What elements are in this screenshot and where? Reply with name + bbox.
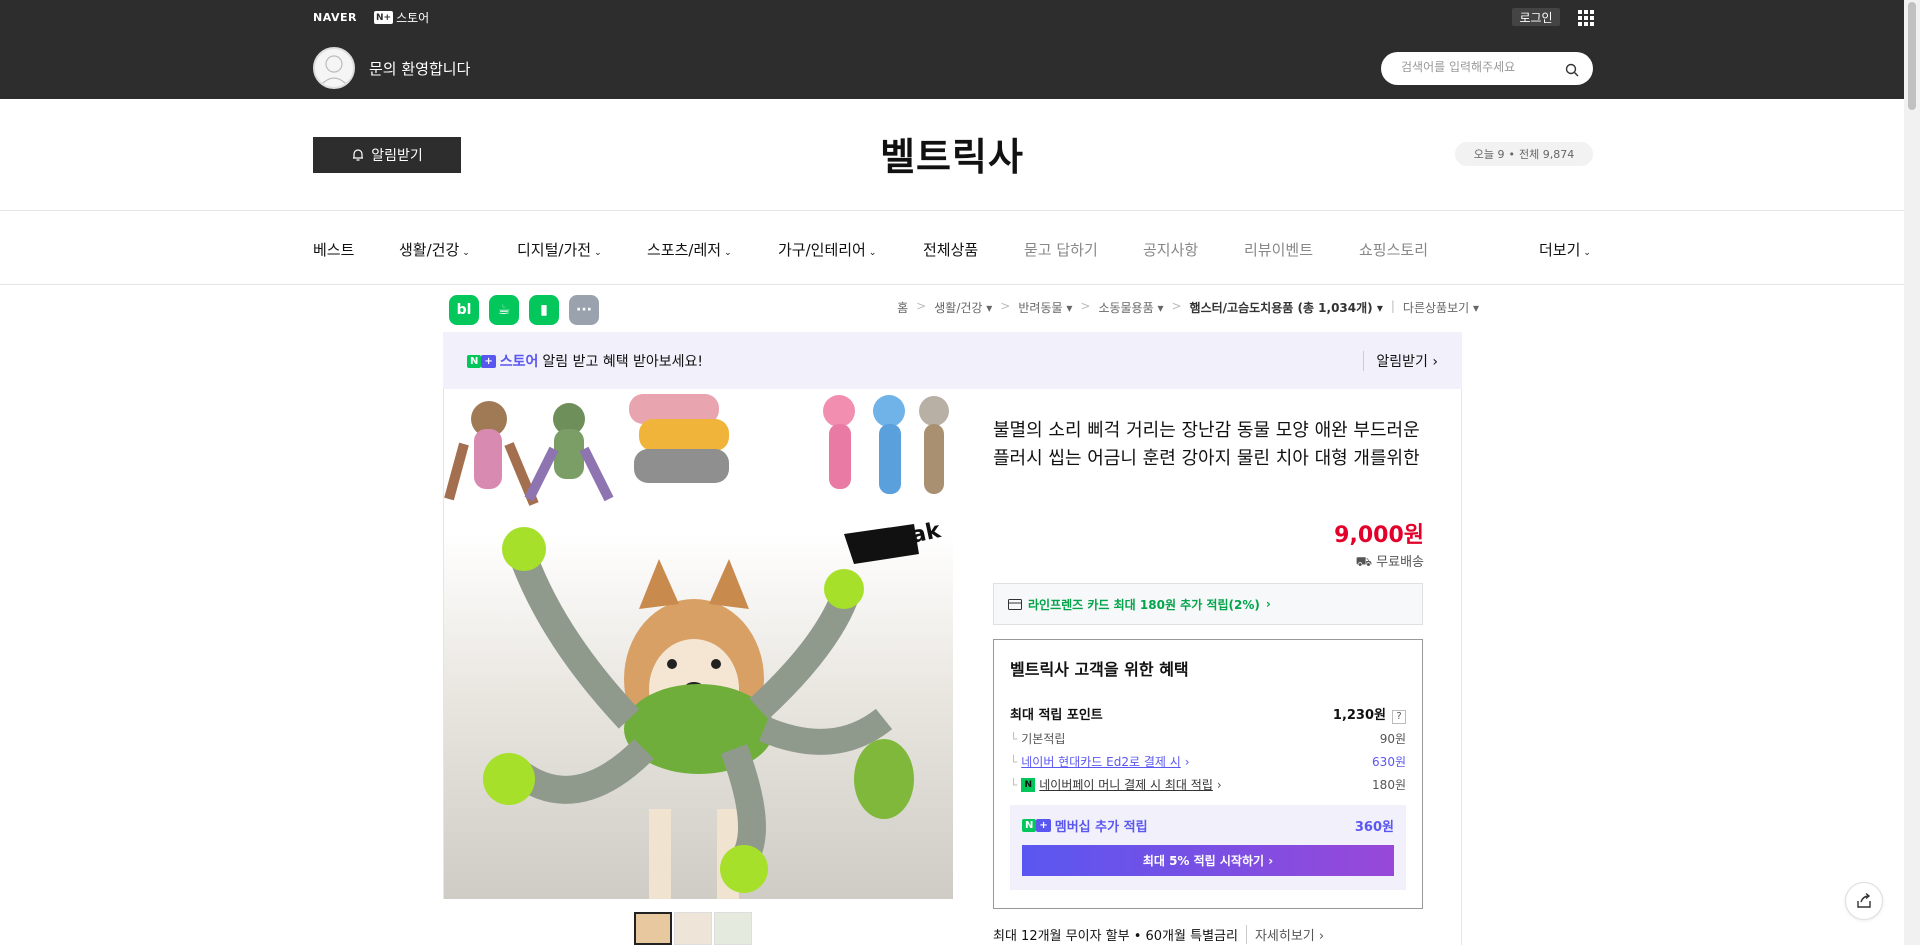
product-thumbnail[interactable] — [674, 912, 712, 945]
nav-item-qna[interactable]: 묻고 답하기 — [1024, 239, 1098, 260]
login-button[interactable]: 로그인 — [1512, 8, 1560, 26]
nplus-plus-icon: + — [1036, 819, 1051, 832]
bookmark-icon[interactable]: ▮ — [529, 295, 559, 325]
npay-point-value: 180원 — [1372, 778, 1406, 792]
customer-benefit-box: 벨트릭사 고객을 위한 혜택 최대 적립 포인트 1,230원? └ 기본적립 9… — [993, 639, 1423, 909]
nav-item-all-products[interactable]: 전체상품 — [923, 239, 978, 260]
share-button[interactable] — [1845, 882, 1883, 920]
naver-logo[interactable]: NAVER — [313, 11, 357, 24]
product-thumbnails — [634, 912, 752, 945]
basic-point-value: 90원 — [1379, 732, 1406, 746]
chevron-down-icon: ⌄ — [1583, 248, 1591, 258]
product-thumbnail[interactable] — [714, 912, 752, 945]
nav-item-furniture[interactable]: 가구/인테리어 ⌄ — [778, 239, 876, 260]
nplus-n-icon: N + — [374, 11, 394, 24]
breadcrumb-hamster[interactable]: 햄스터/고슴도치용품 (총 1,034개) ▾ — [1190, 299, 1383, 316]
installment-info: 최대 12개월 무이자 할부 • 60개월 특별금리 자세히보기 › — [993, 925, 1324, 944]
product-price: 9,000원 — [1334, 523, 1424, 548]
breadcrumb-living-health[interactable]: 생활/건강 ▾ — [934, 299, 992, 316]
basic-point-label: 기본적립 — [1021, 732, 1066, 746]
app-shortcut-icons: bl ☕ ▮ ··· — [449, 295, 599, 325]
nplus-plus-icon: + — [481, 354, 496, 368]
visitor-today: 오늘 9 — [1473, 148, 1505, 161]
installment-text: 최대 12개월 무이자 할부 • 60개월 특별금리 — [993, 929, 1238, 944]
apps-grid-icon[interactable] — [1578, 10, 1594, 26]
promo-alarm-link[interactable]: 알림받기 › — [1363, 351, 1438, 371]
nplus-store-logo[interactable]: N + 스토어 — [374, 9, 429, 26]
npay-icon: N — [1021, 777, 1036, 792]
nav-item-shopping-story[interactable]: 쇼핑스토리 — [1359, 239, 1428, 260]
global-header: NAVER N + 스토어 로그인 문의 환영합니다 — [0, 0, 1904, 99]
npay-point-row: └ N 네이버페이 머니 결제 시 최대 적립 › 180원 — [1010, 776, 1406, 793]
breadcrumb: 홈 > 생활/건강 ▾ > 반려동물 ▾ > 소동물용품 ▾ > 햄스터/고슴도… — [897, 299, 1479, 316]
max-point-value: 1,230원 — [1332, 708, 1386, 723]
nplus-n-icon: N — [467, 354, 482, 368]
card-point-row: └ 네이버 현대카드 Ed2로 결제 시 › 630원 — [1010, 753, 1406, 770]
chevron-down-icon: ⌄ — [462, 248, 470, 258]
shipping-info: ⛟ 무료배송 — [1356, 551, 1424, 572]
chevron-down-icon: ⌄ — [724, 248, 732, 258]
search-icon[interactable] — [1565, 62, 1579, 81]
product-title: 불멸의 소리 삐걱 거리는 장난감 동물 모양 애완 부드러운 플러시 씹는 어… — [993, 420, 1420, 469]
scrollbar-thumb[interactable] — [1908, 2, 1916, 110]
nplus-promo-banner[interactable]: N + 스토어 알림 받고 혜택 받아보세요! 알림받기 › — [443, 332, 1462, 389]
visitor-count: 오늘 9 • 전체 9,874 — [1455, 142, 1593, 166]
page-scrollbar[interactable] — [1904, 0, 1920, 945]
membership-value: 360원 — [1354, 820, 1394, 835]
installment-more-link[interactable]: 자세히보기 › — [1245, 925, 1324, 944]
truck-icon: ⛟ — [1355, 555, 1373, 570]
card-promo-box[interactable]: 라인프렌즈 카드 최대 180원 추가 적립(2%) › — [993, 583, 1423, 625]
blog-icon[interactable]: bl — [449, 295, 479, 325]
search-box[interactable] — [1381, 52, 1593, 85]
card-promo-text: 라인프렌즈 카드 최대 180원 추가 적립(2%) — [1028, 597, 1260, 612]
cafe-icon[interactable]: ☕ — [489, 295, 519, 325]
breadcrumb-home[interactable]: 홈 — [897, 299, 908, 316]
max-point-row: 최대 적립 포인트 1,230원? — [1010, 704, 1406, 724]
store-welcome-text: 문의 환영합니다 — [369, 60, 471, 78]
product-thumbnail[interactable] — [634, 912, 672, 945]
membership-start-button[interactable]: 최대 5% 적립 시작하기 › — [1022, 845, 1394, 876]
membership-label: 멤버십 추가 적립 — [1054, 820, 1148, 835]
npay-point-link[interactable]: 네이버페이 머니 결제 시 최대 적립 — [1039, 776, 1213, 793]
breadcrumb-small-animals[interactable]: 소동물용품 ▾ — [1098, 299, 1163, 316]
share-icon — [1857, 892, 1871, 908]
chevron-down-icon: ⌄ — [868, 248, 877, 258]
store-header: 알림받기 벨트릭사 오늘 9 • 전체 9,874 — [0, 99, 1904, 211]
more-apps-icon[interactable]: ··· — [569, 295, 599, 325]
card-point-value: 630원 — [1372, 755, 1406, 769]
store-title[interactable]: 벨트릭사 — [0, 126, 1904, 181]
product-info-panel: 불멸의 소리 삐걱 거리는 장난감 동물 모양 애완 부드러운 플러시 씹는 어… — [954, 389, 1462, 945]
breadcrumb-other-products[interactable]: 다른상품보기 ▾ — [1403, 299, 1479, 316]
nplus-store-text: 스토어 — [499, 354, 539, 370]
card-point-link[interactable]: 네이버 현대카드 Ed2로 결제 시 — [1021, 753, 1181, 770]
max-point-label: 최대 적립 포인트 — [1010, 708, 1103, 723]
nav-item-sports[interactable]: 스포츠/레저 ⌄ — [647, 239, 732, 260]
nplus-n-icon: N — [1022, 819, 1037, 832]
chevron-down-icon: ⌄ — [594, 248, 602, 258]
nav-item-notice[interactable]: 공지사항 — [1143, 239, 1198, 260]
basic-point-row: └ 기본적립 90원 — [1010, 731, 1406, 747]
search-input[interactable] — [1401, 60, 1561, 74]
shipping-label: 무료배송 — [1376, 555, 1424, 570]
benefit-title: 벨트릭사 고객을 위한 혜택 — [1010, 660, 1189, 679]
store-profile-avatar[interactable] — [313, 47, 355, 89]
nav-item-digital[interactable]: 디지털/가전 ⌄ — [517, 239, 602, 260]
nplus-store-label: 스토어 — [396, 11, 430, 25]
promo-text: 알림 받고 혜택 받아보세요! — [542, 354, 704, 370]
help-icon[interactable]: ? — [1392, 710, 1406, 724]
membership-row: N + 멤버십 추가 적립 360원 — [1022, 816, 1394, 835]
visitor-total: 전체 9,874 — [1519, 148, 1575, 161]
nav-item-best[interactable]: 베스트 — [313, 239, 354, 260]
credit-card-icon — [1008, 598, 1022, 610]
nav-item-review-event[interactable]: 리뷰이벤트 — [1244, 239, 1313, 260]
nav-item-living-health[interactable]: 생활/건강 ⌄ — [399, 239, 470, 260]
nplus-store-brand: N + 스토어 알림 받고 혜택 받아보세요! — [467, 351, 703, 371]
breadcrumb-pets[interactable]: 반려동물 ▾ — [1018, 299, 1072, 316]
nav-more-button[interactable]: 더보기 ⌄ — [1539, 239, 1591, 260]
membership-box: N + 멤버십 추가 적립 360원 최대 5% 적립 시작하기 › — [1010, 805, 1406, 890]
product-main-image[interactable]: squeak — [443, 389, 953, 899]
category-nav: 베스트 생활/건강 ⌄ 디지털/가전 ⌄ 스포츠/레저 ⌄ 가구/인테리어 ⌄ 전체상품… — [0, 212, 1904, 285]
